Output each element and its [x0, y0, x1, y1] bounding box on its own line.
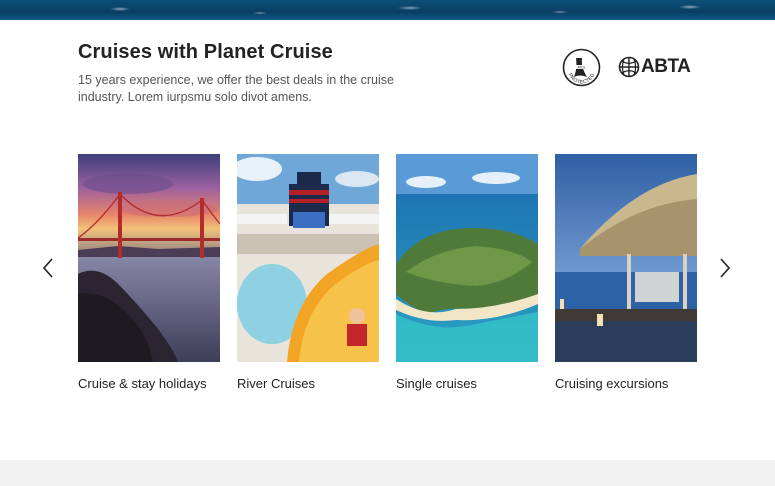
- page-bottom-band: [0, 460, 775, 486]
- card-image: [555, 154, 697, 362]
- abta-globe-icon: [618, 56, 640, 78]
- section-title: Cruises with Planet Cruise: [78, 41, 333, 63]
- cruise-card-single-cruises[interactable]: Single cruises: [396, 154, 538, 391]
- card-label: Cruising excursions: [555, 376, 669, 391]
- card-image: [396, 154, 538, 362]
- atol-protected-icon: ATOL PROTECTED: [562, 48, 601, 87]
- carousel-prev-button[interactable]: [41, 256, 55, 280]
- hero-ocean-image: [0, 0, 775, 20]
- cruise-card-river-cruises[interactable]: River Cruises: [237, 154, 379, 391]
- card-label: Single cruises: [396, 376, 477, 391]
- atol-badge: ATOL PROTECTED: [562, 48, 601, 87]
- cruise-card-stay-holidays[interactable]: Cruise & stay holidays: [78, 154, 220, 391]
- abta-text: ABTA: [641, 56, 691, 77]
- svg-text:ATOL: ATOL: [577, 65, 585, 69]
- card-image: [78, 154, 220, 362]
- chevron-left-icon: [42, 258, 53, 278]
- cruise-card-excursions[interactable]: Cruising excursions: [555, 154, 697, 391]
- card-label: Cruise & stay holidays: [78, 376, 207, 391]
- carousel-next-button[interactable]: [718, 256, 732, 280]
- chevron-right-icon: [720, 258, 731, 278]
- card-image: [237, 154, 379, 362]
- card-label: River Cruises: [237, 376, 316, 391]
- abta-badge: ABTA: [618, 56, 696, 78]
- section-subtitle: 15 years experience, we offer the best d…: [78, 73, 394, 104]
